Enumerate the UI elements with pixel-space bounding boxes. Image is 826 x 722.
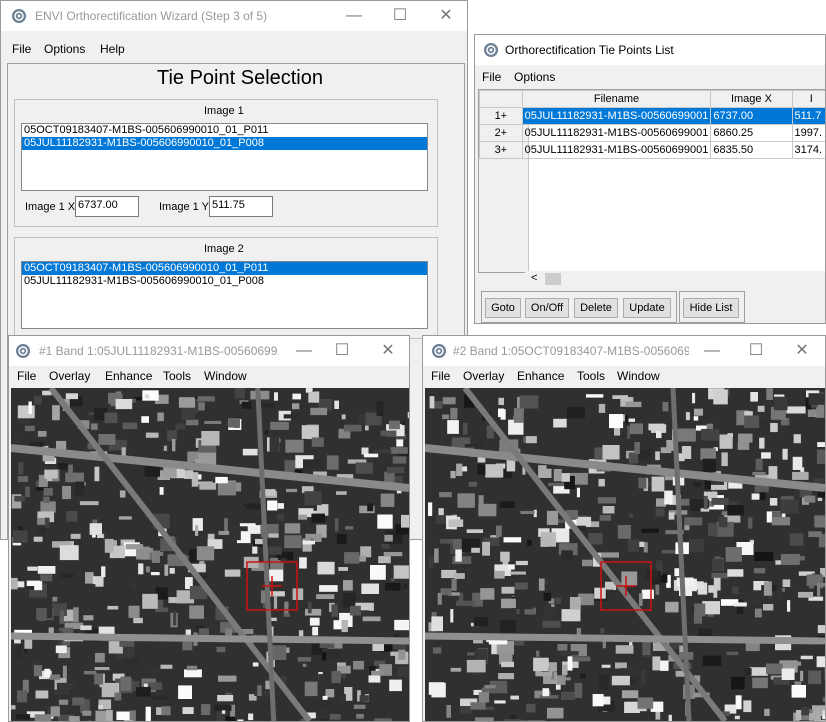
table-row[interactable]: 3+ 05JUL11182931-M1BS-00560699001 6835.5…: [479, 141, 825, 159]
tiepoints-window: Orthorectification Tie Points List File …: [474, 34, 826, 324]
band1-titlebar[interactable]: #1 Band 1:05JUL11182931-M1BS-00560699...…: [9, 336, 409, 366]
corner-cell: [479, 90, 523, 108]
band2-image-view[interactable]: [425, 388, 825, 721]
wizard-menubar: File Options Help: [1, 39, 467, 61]
close-icon[interactable]: ✕: [435, 5, 457, 27]
menu-window[interactable]: Window: [204, 369, 247, 383]
menu-file[interactable]: File: [17, 369, 36, 383]
menu-overlay[interactable]: Overlay: [463, 369, 504, 383]
cell-image-x[interactable]: 6860.25: [710, 124, 793, 142]
satellite-image[interactable]: [11, 388, 409, 721]
delete-button[interactable]: Delete: [574, 298, 618, 318]
cell-image-x[interactable]: 6737.00: [710, 107, 793, 125]
goto-button[interactable]: Goto: [485, 298, 521, 318]
column-header-image-x[interactable]: Image X: [710, 90, 793, 108]
hide-list-button[interactable]: Hide List: [683, 298, 739, 318]
image1-y-field[interactable]: 511.75: [209, 196, 273, 217]
menu-enhance[interactable]: Enhance: [105, 369, 152, 383]
wizard-titlebar[interactable]: ENVI Orthorectification Wizard (Step 3 o…: [1, 1, 467, 31]
row-id[interactable]: 3+: [479, 141, 523, 159]
horizontal-scrollbar[interactable]: <: [525, 271, 825, 287]
image2-listbox[interactable]: 05OCT09183407-M1BS-005606990010_01_P011 …: [21, 261, 428, 329]
column-header-filename[interactable]: Filename: [521, 90, 712, 108]
band1-window: #1 Band 1:05JUL11182931-M1BS-00560699...…: [8, 335, 410, 722]
menu-file[interactable]: File: [12, 42, 31, 56]
band1-menubar: File Overlay Enhance Tools Window: [9, 366, 409, 388]
menu-options[interactable]: Options: [44, 42, 85, 56]
image1-listbox[interactable]: 05OCT09183407-M1BS-005606990010_01_P011 …: [21, 123, 428, 191]
table-header-row: Filename Image X I: [479, 90, 825, 108]
menu-file[interactable]: File: [482, 70, 501, 84]
image1-x-label: Image 1 X: [25, 201, 76, 213]
envi-app-icon: [483, 42, 499, 58]
tiepoints-table: Filename Image X I 1+ 05JUL11182931-M1BS…: [479, 90, 825, 159]
cell-filename[interactable]: 05JUL11182931-M1BS-00560699001: [521, 107, 712, 125]
list-item[interactable]: 05OCT09183407-M1BS-005606990010_01_P011: [22, 124, 427, 137]
update-button[interactable]: Update: [623, 298, 671, 318]
list-item[interactable]: 05JUL11182931-M1BS-005606990010_01_P008: [22, 275, 427, 288]
minimize-icon[interactable]: —: [293, 340, 315, 362]
row-id[interactable]: 2+: [479, 124, 523, 142]
band1-title: #1 Band 1:05JUL11182931-M1BS-00560699...: [39, 344, 279, 358]
envi-app-icon: [11, 8, 27, 24]
cell-image-x[interactable]: 6835.50: [710, 141, 793, 159]
maximize-icon[interactable]: ☐: [745, 340, 767, 362]
menu-options[interactable]: Options: [514, 70, 555, 84]
menu-file[interactable]: File: [431, 369, 450, 383]
envi-app-icon: [431, 343, 447, 359]
band2-window: #2 Band 1:05OCT09183407-M1BS-0056069... …: [422, 335, 826, 722]
table-row[interactable]: 1+ 05JUL11182931-M1BS-00560699001 6737.0…: [479, 107, 825, 125]
cell-filename[interactable]: 05JUL11182931-M1BS-00560699001: [521, 124, 712, 142]
tiepoints-title: Orthorectification Tie Points List: [505, 43, 674, 57]
cell-image-y[interactable]: 511.7: [791, 107, 825, 125]
image1-x-field[interactable]: 6737.00: [75, 196, 139, 217]
menu-tools[interactable]: Tools: [577, 369, 605, 383]
list-item[interactable]: 05JUL11182931-M1BS-005606990010_01_P008: [22, 137, 427, 150]
tiepoints-grid-area: Filename Image X I 1+ 05JUL11182931-M1BS…: [478, 89, 825, 273]
onoff-button[interactable]: On/Off: [525, 298, 569, 318]
menu-window[interactable]: Window: [617, 369, 660, 383]
satellite-image[interactable]: [425, 388, 825, 721]
tiepoints-menubar: File Options: [475, 67, 825, 89]
image2-label: Image 2: [204, 243, 244, 255]
column-header-image-y[interactable]: I: [791, 90, 825, 108]
band2-menubar: File Overlay Enhance Tools Window: [423, 366, 825, 388]
list-item[interactable]: 05OCT09183407-M1BS-005606990010_01_P011: [22, 262, 427, 275]
tiepoints-titlebar[interactable]: Orthorectification Tie Points List: [475, 35, 825, 65]
maximize-icon[interactable]: ☐: [389, 5, 411, 27]
image1-label: Image 1: [204, 105, 244, 117]
close-icon[interactable]: ✕: [791, 340, 813, 362]
scroll-thumb[interactable]: [545, 273, 561, 285]
menu-overlay[interactable]: Overlay: [49, 369, 90, 383]
menu-enhance[interactable]: Enhance: [517, 369, 564, 383]
envi-app-icon: [15, 343, 31, 359]
menu-tools[interactable]: Tools: [163, 369, 191, 383]
cell-image-y[interactable]: 1997.: [791, 124, 825, 142]
minimize-icon[interactable]: —: [701, 340, 723, 362]
cell-filename[interactable]: 05JUL11182931-M1BS-00560699001: [521, 141, 712, 159]
maximize-icon[interactable]: ☐: [331, 340, 353, 362]
band2-titlebar[interactable]: #2 Band 1:05OCT09183407-M1BS-0056069... …: [423, 336, 825, 366]
row-id[interactable]: 1+: [479, 107, 523, 125]
cell-image-y[interactable]: 3174.: [791, 141, 825, 159]
table-row[interactable]: 2+ 05JUL11182931-M1BS-00560699001 6860.2…: [479, 124, 825, 142]
band2-title: #2 Band 1:05OCT09183407-M1BS-0056069...: [453, 344, 689, 358]
scroll-left-icon[interactable]: <: [531, 272, 537, 284]
image1-y-label: Image 1 Y: [159, 201, 209, 213]
minimize-icon[interactable]: —: [343, 5, 365, 27]
page-title: Tie Point Selection: [156, 67, 323, 89]
close-icon[interactable]: ✕: [377, 340, 399, 362]
wizard-title: ENVI Orthorectification Wizard (Step 3 o…: [35, 9, 268, 23]
menu-help[interactable]: Help: [100, 42, 125, 56]
band1-image-view[interactable]: [11, 388, 409, 721]
